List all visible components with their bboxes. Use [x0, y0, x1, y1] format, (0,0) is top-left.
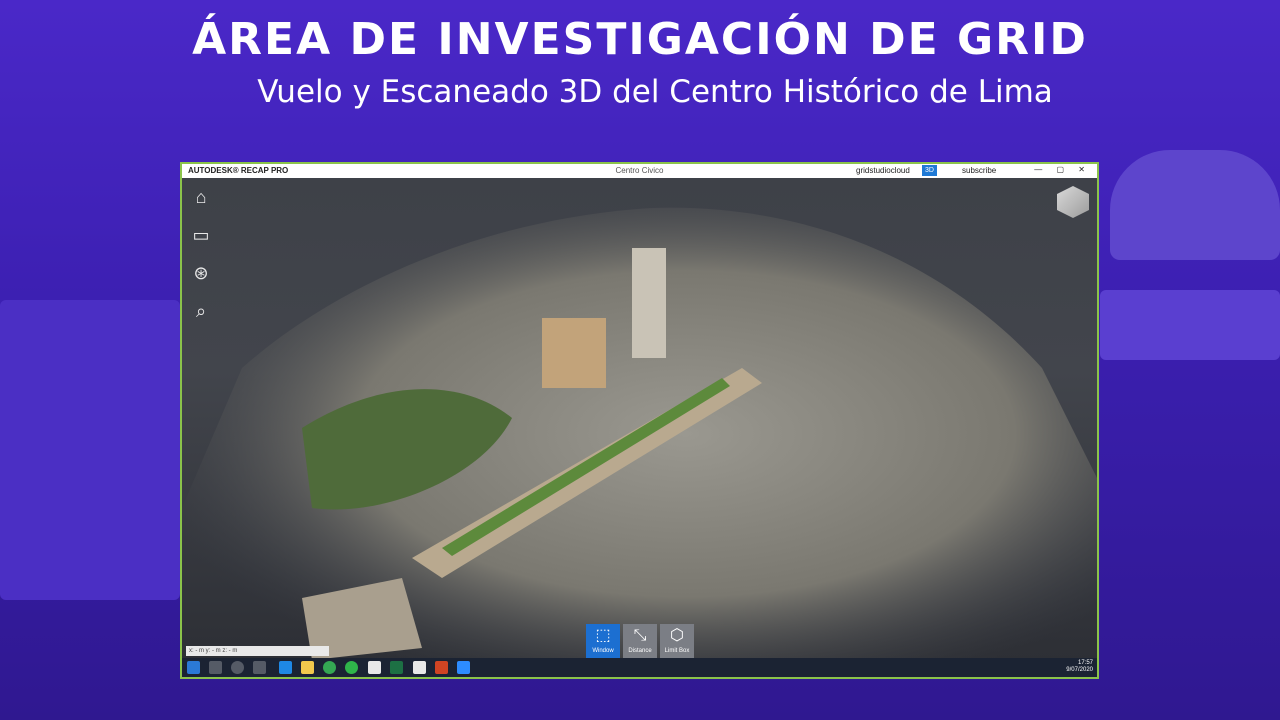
zoom-icon[interactable] [457, 661, 470, 674]
hotel-building [542, 318, 606, 388]
distance-tool[interactable]: ⤡ Distance [623, 624, 657, 658]
windows-taskbar: 17:57 9/07/2020 [182, 658, 1097, 677]
limit-box-tool[interactable]: ⬡ Limit Box [660, 624, 694, 658]
mode-badge[interactable]: 3D [922, 165, 937, 176]
recap-icon[interactable] [368, 661, 381, 674]
explorer-icon[interactable] [301, 661, 314, 674]
tool-label-window: Window [592, 648, 614, 654]
task-view-icon[interactable] [253, 661, 266, 674]
clock-date: 9/07/2020 [1066, 667, 1093, 673]
coordinates-readout: x: - m y: - m z: - m [186, 646, 329, 656]
window-title: Centro Civico [615, 166, 664, 175]
user-menu[interactable]: gridstudiocloud [856, 166, 910, 175]
app-titlebar: AUTODESK® RECAP PRO Centro Civico gridst… [182, 164, 1097, 178]
navigation-wheel-icon[interactable]: ⊛ [190, 262, 212, 284]
recap-active-icon[interactable] [413, 661, 426, 674]
clock-time: 17:57 [1077, 660, 1093, 666]
background-laptop [1100, 290, 1280, 360]
display-icon[interactable]: ▭ [190, 224, 212, 246]
start-icon[interactable] [187, 661, 200, 674]
powerpoint-icon[interactable] [435, 661, 448, 674]
search-icon[interactable]: ⌕ [190, 300, 212, 322]
tool-label-limit-box: Limit Box [664, 648, 690, 654]
home-icon[interactable]: ⌂ [190, 186, 212, 208]
tool-label-distance: Distance [628, 648, 652, 654]
chrome-canary-icon[interactable] [345, 661, 358, 674]
taskbar-clock: 17:57 9/07/2020 [1066, 660, 1093, 674]
window-select-icon: ⬚ [595, 627, 611, 644]
search-taskbar-icon[interactable] [209, 661, 222, 674]
window-select-tool[interactable]: ⬚ Window [586, 624, 620, 658]
chrome-icon[interactable] [323, 661, 336, 674]
slide-subtitle: Vuelo y Escaneado 3D del Centro Históric… [257, 74, 1053, 110]
edge-icon[interactable] [279, 661, 292, 674]
cortana-icon[interactable] [231, 661, 244, 674]
point-cloud-viewport[interactable]: ⌂ ▭ ⊛ ⌕ x: - m y: - m z: - m ⬚ Window ⤡ … [182, 178, 1097, 660]
slide-title: ÁREA DE INVESTIGACIÓN DE GRID [192, 14, 1088, 65]
background-paper [0, 300, 180, 600]
distance-icon: ⤡ [633, 627, 647, 644]
window-controls[interactable]: — ▢ ✕ [1034, 165, 1091, 174]
point-cloud-render [182, 207, 1097, 660]
subscribe-menu[interactable]: subscribe [962, 166, 996, 175]
recap-window: AUTODESK® RECAP PRO Centro Civico gridst… [180, 162, 1099, 679]
background-helmet [1110, 150, 1280, 260]
tower-building [632, 248, 666, 358]
excel-icon[interactable] [390, 661, 403, 674]
limit-box-icon: ⬡ [670, 627, 684, 644]
